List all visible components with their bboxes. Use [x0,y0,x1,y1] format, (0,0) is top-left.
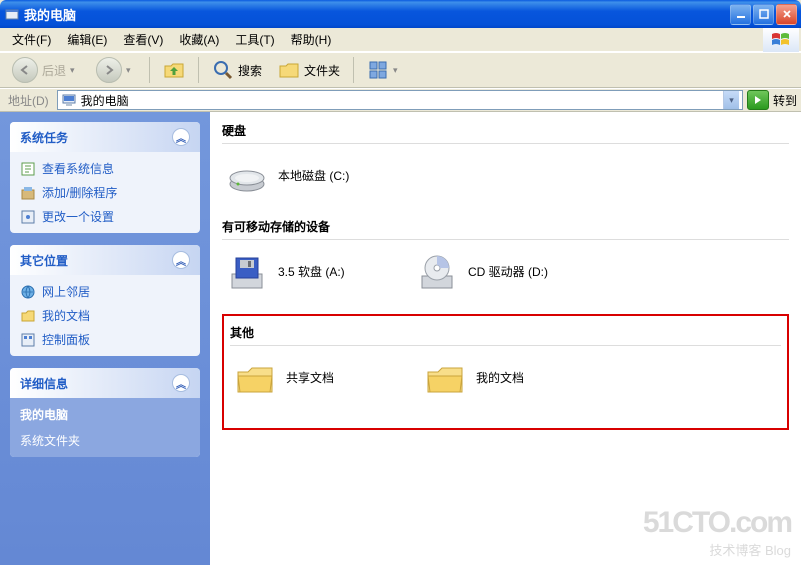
panel-system-tasks: 系统任务 ︽ 查看系统信息 添加/删除程序 更改一个设置 [10,122,200,233]
menu-edit[interactable]: 编辑(E) [59,29,115,50]
back-button[interactable]: 后退 ▾ [6,54,86,86]
sidebar: 系统任务 ︽ 查看系统信息 添加/删除程序 更改一个设置 其它位置 ︽ 网上邻居… [0,112,210,565]
item-floppy-a[interactable]: 3.5 软盘 (A:) [226,252,396,294]
panel-title-details: 详细信息 [20,375,68,392]
close-button[interactable] [776,4,797,25]
panel-header-details[interactable]: 详细信息 ︽ [10,368,200,398]
panel-header-places[interactable]: 其它位置 ︽ [10,245,200,275]
back-dropdown-icon: ▾ [70,65,80,76]
chevron-up-icon: ︽ [172,374,190,392]
panel-title-places: 其它位置 [20,252,68,269]
folders-icon [278,59,300,81]
forward-dropdown-icon: ▾ [126,65,136,76]
address-input[interactable]: 我的电脑 ▾ [57,90,743,110]
panel-other-places: 其它位置 ︽ 网上邻居 我的文档 控制面板 [10,245,200,356]
title-icon [4,6,20,22]
control-panel-icon [20,332,36,348]
toolbar-sep-2 [198,57,199,83]
item-local-disk-c[interactable]: 本地磁盘 (C:) [226,156,396,198]
title-text: 我的电脑 [24,5,730,24]
folder-icon [234,358,276,400]
section-title-hdd: 硬盘 [222,118,789,144]
item-label: 3.5 软盘 (A:) [278,265,345,281]
chevron-up-icon: ︽ [172,128,190,146]
panel-header-tasks[interactable]: 系统任务 ︽ [10,122,200,152]
minimize-button[interactable] [730,4,751,25]
item-my-documents[interactable]: 我的文档 [424,358,594,400]
search-icon [212,59,234,81]
section-hard-disks: 硬盘 本地磁盘 (C:) [222,118,789,214]
windows-flag-icon [763,28,799,52]
address-value: 我的电脑 [81,92,719,109]
my-computer-icon [61,92,77,108]
search-label: 搜索 [238,62,262,79]
menu-help[interactable]: 帮助(H) [283,29,340,50]
details-name: 我的电脑 [20,406,190,423]
go-label: 转到 [773,92,797,109]
programs-icon [20,185,36,201]
details-type: 系统文件夹 [20,432,190,449]
settings-icon [20,209,36,225]
toolbar-sep-1 [149,57,150,83]
up-folder-icon [163,59,185,81]
maximize-button[interactable] [753,4,774,25]
menubar: 文件(F) 编辑(E) 查看(V) 收藏(A) 工具(T) 帮助(H) [0,28,801,52]
forward-arrow-icon [96,57,122,83]
search-button[interactable]: 搜索 [206,56,268,84]
cd-drive-icon [416,252,458,294]
address-bar: 地址(D) 我的电脑 ▾ 转到 [0,88,801,112]
section-title-other: 其他 [230,320,781,346]
main-area: 系统任务 ︽ 查看系统信息 添加/删除程序 更改一个设置 其它位置 ︽ 网上邻居… [0,112,801,565]
floppy-icon [226,252,268,294]
window-buttons [730,4,797,25]
titlebar: 我的电脑 [0,0,801,28]
panel-details: 详细信息 ︽ 我的电脑 系统文件夹 [10,368,200,457]
back-label: 后退 [42,62,66,79]
menu-favorites[interactable]: 收藏(A) [171,29,227,50]
menu-file[interactable]: 文件(F) [4,29,59,50]
toolbar: 后退 ▾ ▾ 搜索 文件夹 ▾ [0,52,801,88]
item-cd-drive-d[interactable]: CD 驱动器 (D:) [416,252,586,294]
task-add-remove-programs[interactable]: 添加/删除程序 [20,184,190,201]
item-label: 本地磁盘 (C:) [278,169,349,185]
task-view-system-info[interactable]: 查看系统信息 [20,160,190,177]
address-dropdown-icon[interactable]: ▾ [723,91,739,109]
toolbar-sep-3 [353,57,354,83]
documents-icon [20,308,36,324]
content: 硬盘 本地磁盘 (C:) 有可移动存储的设备 3.5 软盘 (A:) CD 驱动… [210,112,801,565]
item-label: 共享文档 [286,371,334,387]
panel-title-tasks: 系统任务 [20,129,68,146]
back-arrow-icon [12,57,38,83]
forward-button[interactable]: ▾ [90,54,142,86]
folder-icon [424,358,466,400]
menu-tools[interactable]: 工具(T) [227,29,282,50]
item-label: CD 驱动器 (D:) [468,265,548,281]
section-removable: 有可移动存储的设备 3.5 软盘 (A:) CD 驱动器 (D:) [222,214,789,310]
views-button[interactable]: ▾ [361,56,409,84]
chevron-up-icon: ︽ [172,251,190,269]
section-other: 其他 共享文档 我的文档 [222,314,789,430]
section-title-removable: 有可移动存储的设备 [222,214,789,240]
place-control-panel[interactable]: 控制面板 [20,331,190,348]
up-button[interactable] [157,56,191,84]
views-dropdown-icon: ▾ [393,65,403,76]
folders-button[interactable]: 文件夹 [272,56,346,84]
place-network[interactable]: 网上邻居 [20,283,190,300]
address-label: 地址(D) [4,92,53,109]
info-icon [20,161,36,177]
place-my-documents[interactable]: 我的文档 [20,307,190,324]
item-label: 我的文档 [476,371,524,387]
hard-disk-icon [226,156,268,198]
folders-label: 文件夹 [304,62,340,79]
task-change-setting[interactable]: 更改一个设置 [20,208,190,225]
network-icon [20,284,36,300]
menu-view[interactable]: 查看(V) [115,29,171,50]
views-icon [367,59,389,81]
item-shared-documents[interactable]: 共享文档 [234,358,404,400]
go-button[interactable] [747,90,769,110]
